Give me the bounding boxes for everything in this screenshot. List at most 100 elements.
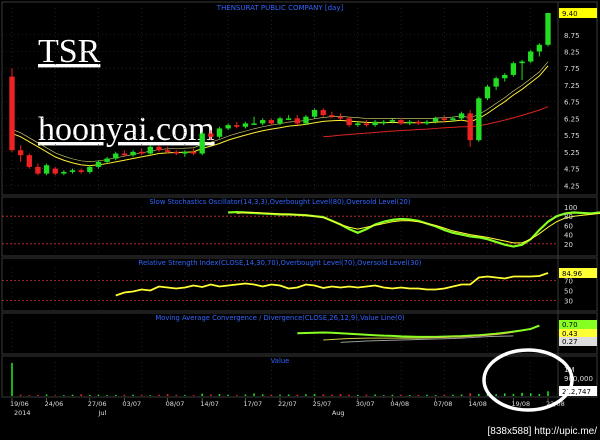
candle-body — [424, 121, 430, 124]
candle-body — [208, 133, 214, 137]
candle-body — [61, 171, 67, 174]
value-bar — [512, 393, 515, 396]
rsi-tick-label: 30 — [564, 298, 573, 306]
price-tick-label: 7.25 — [564, 82, 580, 90]
candle-body — [484, 86, 491, 99]
value-bar — [382, 395, 385, 396]
value-bar — [287, 394, 290, 396]
macd-title: Moving Average Convergence / Divergence(… — [155, 314, 405, 322]
candle-body — [528, 51, 534, 62]
candle-body — [268, 120, 275, 124]
candle-body — [294, 118, 300, 124]
value-bar — [374, 394, 376, 396]
footer-credit: [838x588] http://upic.me/ — [487, 426, 597, 437]
candle-body — [52, 168, 58, 174]
candle-body — [406, 121, 413, 124]
stoch-tick-label: 100 — [564, 204, 577, 212]
candle-body — [363, 123, 370, 126]
candle-body — [121, 153, 128, 156]
x-date-label: 27/06 — [88, 400, 107, 408]
candle-body — [251, 123, 257, 125]
value-bar — [54, 395, 57, 396]
stoch-tick-label: 20 — [564, 241, 573, 249]
value-bar — [313, 393, 316, 396]
macd-value-label: 0.70 — [562, 321, 578, 329]
value-bar — [89, 394, 91, 396]
x-date-label: 30/07 — [356, 400, 375, 408]
value-bar — [175, 394, 178, 396]
price-tick-label: 6.25 — [564, 115, 580, 123]
value-bar — [391, 394, 394, 396]
candle-body — [355, 123, 361, 126]
value-bar — [469, 393, 471, 396]
candle-body — [87, 166, 93, 172]
x-date-label: 03/07 — [122, 400, 141, 408]
candle-body — [104, 158, 110, 162]
candle-body — [458, 113, 465, 119]
candle-body — [450, 118, 456, 121]
value-bar — [478, 394, 480, 396]
candle-body — [441, 118, 447, 121]
value-bar — [97, 394, 100, 396]
candle-body — [35, 166, 41, 174]
chart-title: THENSURAT PUBLIC COMPANY [day] — [216, 4, 344, 12]
macd-value-label: 0.27 — [562, 338, 578, 346]
x-date-label: 24/06 — [45, 400, 64, 408]
price-tick-label: 7.75 — [564, 65, 580, 73]
rsi-tick-label: 50 — [564, 288, 573, 296]
candle-body — [138, 151, 145, 154]
price-tick-label: 5.75 — [564, 132, 580, 140]
last-price-label: 9.40 — [562, 10, 578, 18]
x-year-label: 2014 — [14, 409, 31, 417]
candle-body — [260, 120, 266, 124]
value-bar — [365, 394, 368, 396]
value-bar — [227, 394, 229, 396]
value-bar — [140, 395, 143, 396]
candle-body — [43, 165, 50, 174]
candle-body — [190, 151, 197, 154]
candle-body — [337, 116, 344, 119]
candle-body — [381, 121, 387, 124]
candle-body — [113, 153, 119, 159]
value-bar — [408, 395, 411, 396]
rsi-value-label: 84.96 — [562, 270, 583, 278]
candle-body — [234, 125, 240, 127]
macd-value-label: 0.43 — [562, 330, 578, 338]
value-bar — [426, 394, 428, 396]
value-bar — [400, 394, 402, 396]
value-bar — [71, 394, 74, 396]
value-bar — [114, 394, 117, 396]
value-bar — [37, 394, 39, 396]
value-bar — [63, 395, 65, 396]
value-bar — [452, 394, 454, 396]
candle-body — [69, 170, 76, 172]
value-bar — [184, 395, 186, 396]
value-bar — [417, 394, 420, 396]
candle-body — [510, 63, 517, 75]
value-bar — [434, 395, 437, 396]
candle-body — [173, 151, 179, 154]
candle-body — [17, 150, 24, 156]
price-tick-label: 8.75 — [564, 32, 580, 40]
value-bar — [201, 393, 203, 396]
x-month-label: Jul — [97, 409, 106, 417]
candle-body — [476, 98, 482, 141]
candle-body — [26, 155, 32, 167]
x-date-label: 14/07 — [200, 400, 219, 408]
value-bar — [192, 395, 195, 396]
price-tick-label: 8.25 — [564, 48, 580, 56]
candle-body — [467, 113, 473, 141]
value-title: Value — [271, 357, 290, 365]
value-bar — [547, 391, 549, 396]
x-date-label: 17/07 — [243, 400, 262, 408]
x-date-label: 04/08 — [390, 400, 409, 408]
price-tick-label: 5.25 — [564, 149, 580, 157]
candle-body — [130, 151, 136, 156]
x-date-label: 14/08 — [468, 400, 487, 408]
value-bar — [529, 393, 532, 396]
candle-body — [493, 78, 499, 87]
candle-body — [9, 76, 15, 151]
rsi-title: Relative Strength Index(CLOSE,14,30,70),… — [139, 259, 422, 267]
value-bar — [253, 393, 255, 396]
candle-body — [78, 170, 84, 172]
